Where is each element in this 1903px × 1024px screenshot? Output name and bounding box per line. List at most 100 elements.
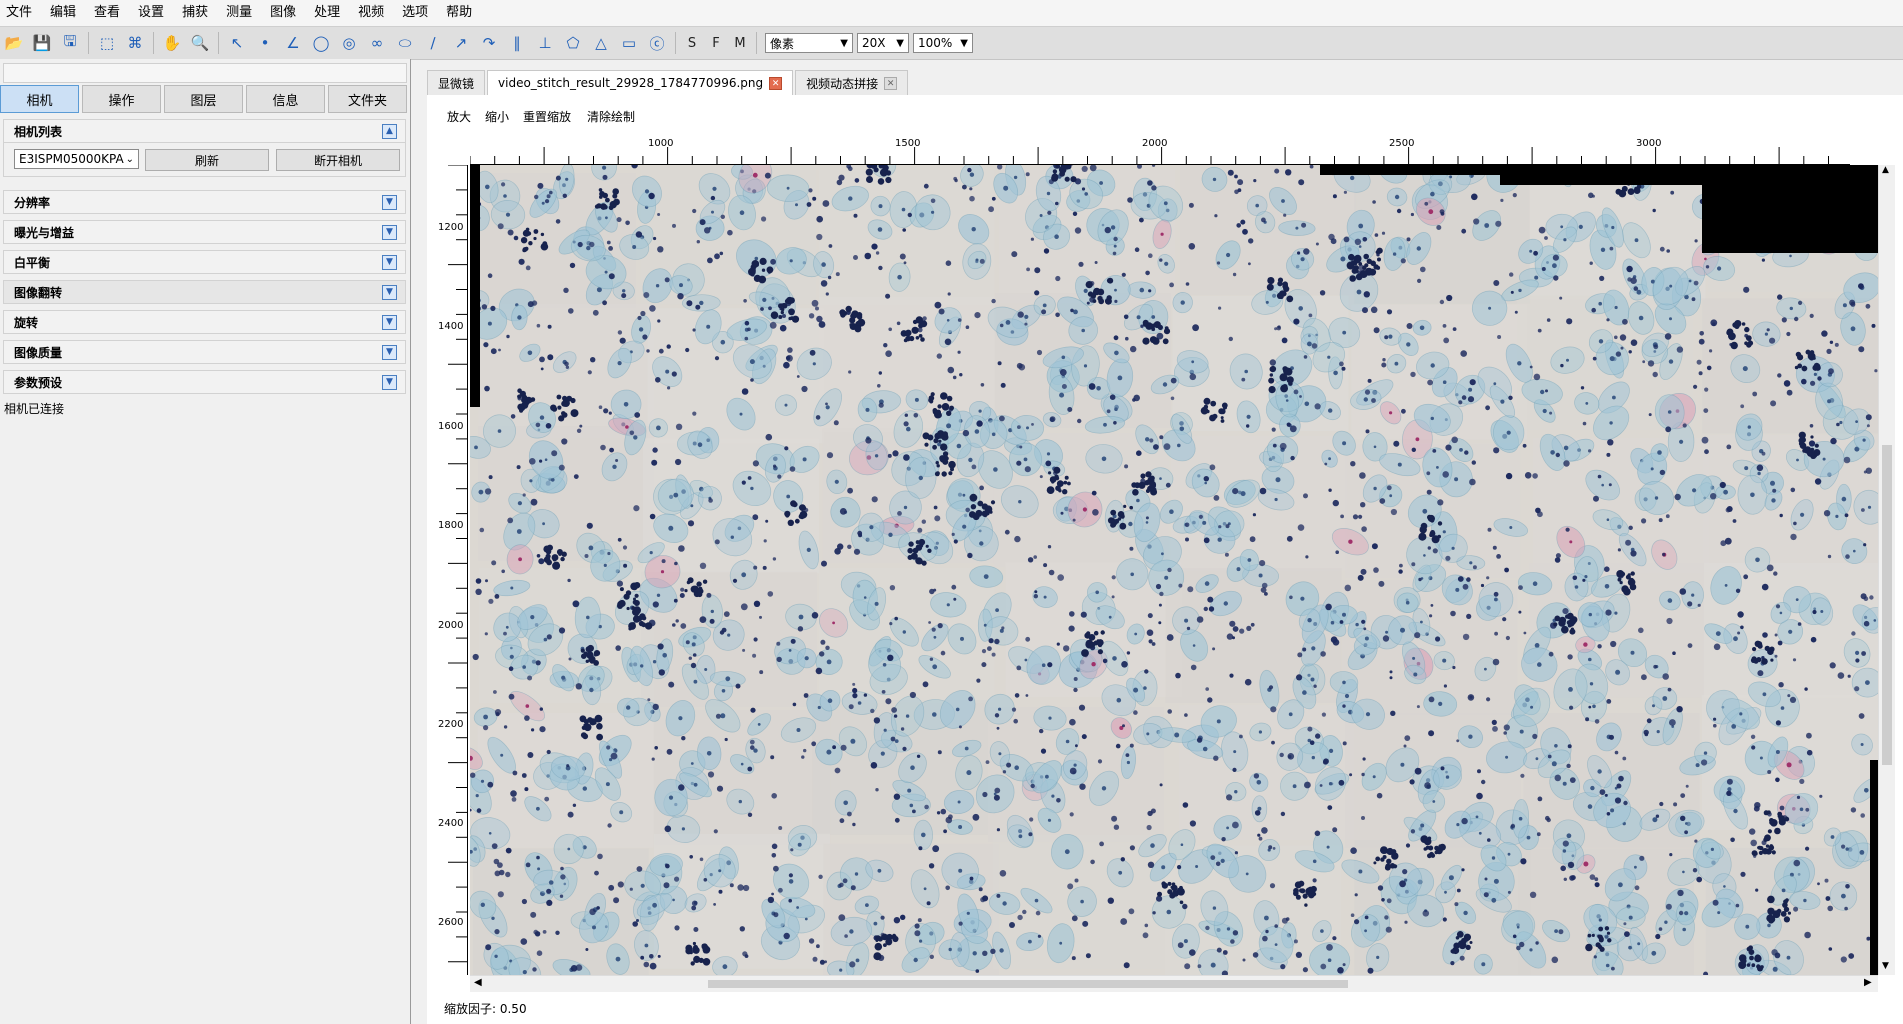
- menu-process[interactable]: 处理: [305, 0, 349, 26]
- open-folder-icon[interactable]: 📂: [0, 30, 28, 56]
- menu-video[interactable]: 视频: [349, 0, 393, 26]
- expand-icon[interactable]: ▼: [382, 194, 397, 210]
- tab-folder[interactable]: 文件夹: [328, 85, 407, 113]
- s-button[interactable]: S: [680, 30, 704, 56]
- camera-list-section[interactable]: 相机列表 ▲: [3, 119, 406, 143]
- tab-camera[interactable]: 相机: [0, 85, 79, 113]
- expand-icon[interactable]: ▼: [382, 344, 397, 360]
- image-quality-section[interactable]: 图像质量 ▼: [3, 340, 406, 364]
- triangle-icon[interactable]: △: [587, 30, 615, 56]
- expand-icon[interactable]: ▼: [382, 254, 397, 270]
- close-icon[interactable]: ✕: [884, 76, 898, 90]
- hand-icon[interactable]: ✋: [158, 30, 186, 56]
- menu-edit[interactable]: 编辑: [41, 0, 85, 26]
- concentric-circle-icon[interactable]: ◎: [335, 30, 363, 56]
- vertical-scrollbar[interactable]: ▲ ▼: [1878, 165, 1895, 975]
- link-icon[interactable]: ∞: [363, 30, 391, 56]
- dark-debris-dot: [1205, 687, 1209, 691]
- collapse-icon[interactable]: ▲: [382, 123, 397, 139]
- menu-settings[interactable]: 设置: [129, 0, 173, 26]
- save-icon[interactable]: 💾: [28, 30, 56, 56]
- zoom-out-button[interactable]: 缩小: [485, 108, 509, 125]
- cell-clump: [949, 405, 954, 411]
- save-as-icon[interactable]: 🖫: [56, 30, 84, 56]
- menu-view[interactable]: 查看: [85, 0, 129, 26]
- expand-icon[interactable]: ▼: [382, 374, 397, 390]
- circle-icon[interactable]: ◯: [307, 30, 335, 56]
- close-icon[interactable]: ✕: [769, 76, 783, 90]
- menu-capture[interactable]: 捕获: [173, 0, 217, 26]
- expand-icon[interactable]: ▼: [382, 224, 397, 240]
- scroll-up-icon[interactable]: ▲: [1882, 165, 1889, 175]
- cell-clump: [687, 577, 694, 584]
- parallel-icon[interactable]: ∥: [503, 30, 531, 56]
- rectangle-icon[interactable]: ▭: [615, 30, 643, 56]
- pointer-arrow-icon[interactable]: ↖: [223, 30, 251, 56]
- arrow-icon[interactable]: ↗: [447, 30, 475, 56]
- scroll-right-icon[interactable]: ▶: [1864, 977, 1872, 988]
- tab-microscope[interactable]: 显微镜: [427, 70, 486, 95]
- angle-icon[interactable]: ∠: [279, 30, 307, 56]
- rotation-section[interactable]: 旋转 ▼: [3, 310, 406, 334]
- select-rect-icon[interactable]: ⬚: [93, 30, 121, 56]
- zoom-select[interactable]: 100% ▼: [913, 33, 973, 53]
- scroll-left-icon[interactable]: ◀: [474, 977, 482, 988]
- cell-nucleus: [1860, 743, 1864, 746]
- cell-clump: [937, 404, 942, 409]
- point-icon[interactable]: •: [251, 30, 279, 56]
- reset-zoom-button[interactable]: 重置缩放: [523, 108, 571, 125]
- dark-debris-dot: [1514, 310, 1518, 314]
- refresh-button[interactable]: 刷新: [145, 149, 269, 171]
- expand-icon[interactable]: ▼: [382, 284, 397, 300]
- polygon-icon[interactable]: ⬠: [559, 30, 587, 56]
- scroll-down-icon[interactable]: ▼: [1882, 961, 1889, 971]
- white-balance-section[interactable]: 白平衡 ▼: [3, 250, 406, 274]
- parameter-preset-section[interactable]: 参数预设 ▼: [3, 370, 406, 394]
- dark-debris-dot: [1761, 451, 1766, 456]
- objective-select[interactable]: 20X ▼: [857, 33, 909, 53]
- menu-help[interactable]: 帮助: [437, 0, 481, 26]
- dark-debris-dot: [893, 714, 898, 718]
- vertical-scroll-thumb[interactable]: [1882, 445, 1892, 765]
- cell-nucleus: [474, 445, 478, 450]
- menu-options[interactable]: 选项: [393, 0, 437, 26]
- dark-debris-dot: [852, 822, 856, 827]
- tab-stitch-result[interactable]: video_stitch_result_29928_1784770996.png…: [487, 70, 794, 95]
- resolution-section[interactable]: 分辨率 ▼: [3, 190, 406, 214]
- stitched-micrograph-viewer[interactable]: [470, 165, 1878, 975]
- tab-layer[interactable]: 图层: [164, 85, 243, 113]
- clear-drawing-button[interactable]: 清除绘制: [587, 108, 635, 125]
- line-icon[interactable]: ∕: [419, 30, 447, 56]
- dark-debris-dot: [529, 458, 536, 465]
- camera-select[interactable]: E3ISPM05000KPA ⌄: [14, 149, 139, 169]
- menu-image[interactable]: 图像: [261, 0, 305, 26]
- zoom-in-button[interactable]: 放大: [447, 108, 471, 125]
- expand-icon[interactable]: ▼: [382, 314, 397, 330]
- cell-nucleus: [1438, 701, 1443, 707]
- exposure-gain-section[interactable]: 曝光与增益 ▼: [3, 220, 406, 244]
- ellipse-icon[interactable]: ⬭: [391, 30, 419, 56]
- disconnect-camera-button[interactable]: 断开相机: [276, 149, 400, 171]
- curve-icon[interactable]: ↷: [475, 30, 503, 56]
- m-button[interactable]: M: [728, 30, 752, 56]
- cell-clump: [1203, 404, 1209, 409]
- zoom-icon[interactable]: 🔍: [186, 30, 214, 56]
- text-icon[interactable]: ⓒ: [643, 30, 671, 56]
- dark-debris-dot: [617, 537, 622, 542]
- menu-measure[interactable]: 测量: [217, 0, 261, 26]
- tab-info[interactable]: 信息: [246, 85, 325, 113]
- tab-operation[interactable]: 操作: [82, 85, 161, 113]
- dark-debris-dot: [1034, 290, 1040, 296]
- perpendicular-icon[interactable]: ⊥: [531, 30, 559, 56]
- tab-video-stitch[interactable]: 视频动态拼接 ✕: [795, 70, 909, 95]
- crop-icon[interactable]: ⌘: [121, 30, 149, 56]
- horizontal-scrollbar[interactable]: ◀ ▶: [470, 975, 1878, 992]
- menu-file[interactable]: 文件: [0, 0, 41, 26]
- f-button[interactable]: F: [704, 30, 728, 56]
- image-flip-section[interactable]: 图像翻转 ▼: [3, 280, 406, 304]
- dark-debris-dot: [1676, 706, 1683, 713]
- cell-nucleus: [1307, 341, 1312, 347]
- dark-debris-dot: [788, 873, 793, 878]
- horizontal-scroll-thumb[interactable]: [708, 980, 1348, 988]
- unit-select[interactable]: 像素 ▼: [765, 33, 853, 53]
